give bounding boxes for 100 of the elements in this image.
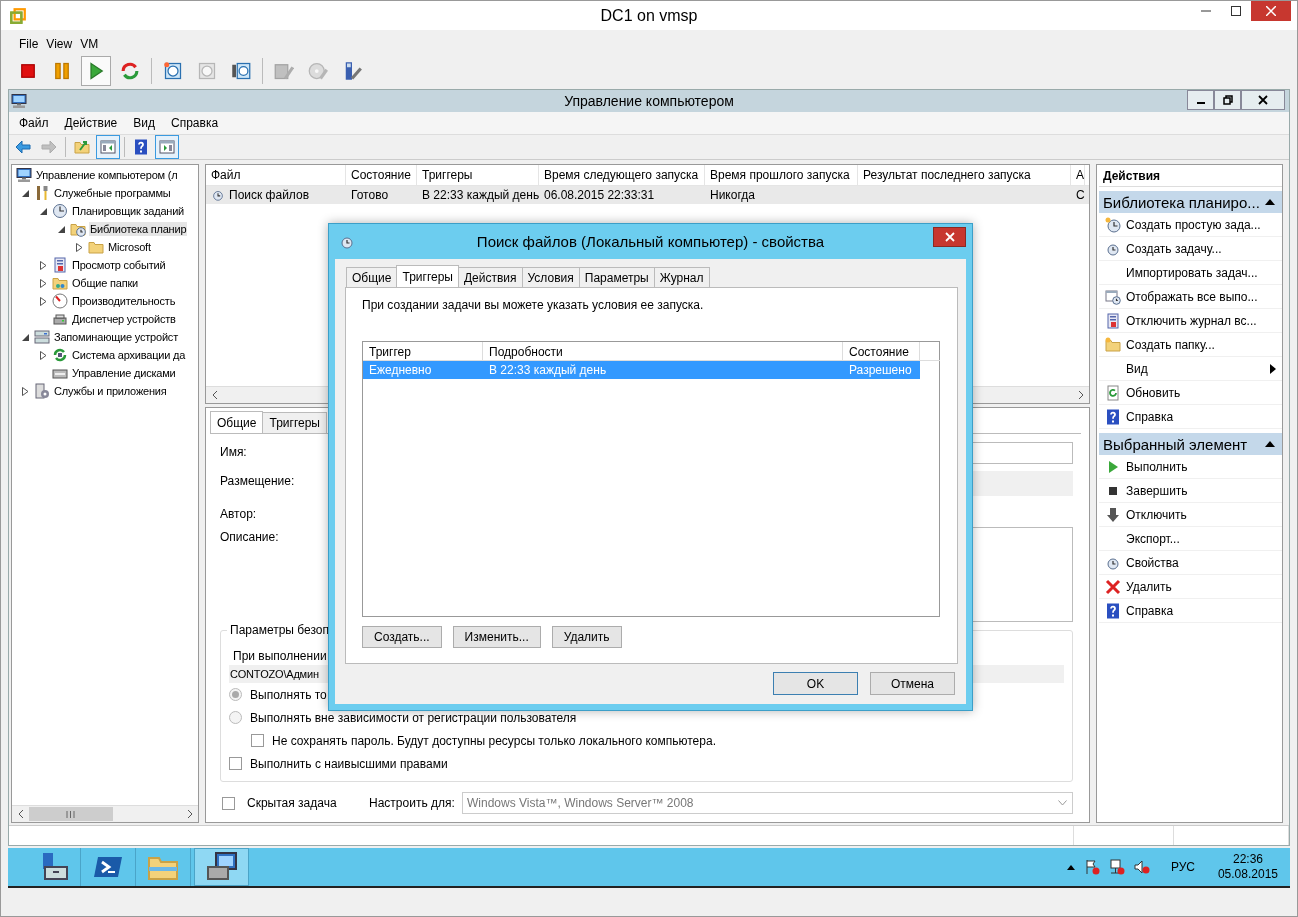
tree-item[interactable]: Производительность <box>71 294 177 308</box>
close-button[interactable] <box>1241 90 1285 110</box>
expander-icon[interactable] <box>75 242 84 252</box>
expander-icon[interactable] <box>21 386 30 396</box>
column-header[interactable]: Подробности <box>483 342 843 360</box>
expander-icon[interactable] <box>39 206 48 216</box>
show-hidden-icons-icon[interactable] <box>1066 864 1075 870</box>
dropdown[interactable]: Windows Vista™, Windows Server™ 2008 <box>462 792 1073 814</box>
tab[interactable]: Общие <box>210 411 264 433</box>
tree-item[interactable]: Служебные программы <box>53 186 172 200</box>
radio-button[interactable] <box>229 688 242 701</box>
column-header[interactable]: Состояние <box>843 342 920 360</box>
language-indicator[interactable]: РУС <box>1170 860 1195 874</box>
toolbar-button[interactable] <box>155 135 179 159</box>
expander-icon[interactable] <box>57 224 66 234</box>
action-link[interactable]: Отключить журнал вс... <box>1126 313 1257 328</box>
close-button[interactable] <box>1251 1 1291 21</box>
tree-item[interactable]: Службы и приложения <box>53 384 168 398</box>
action-button[interactable]: Создать... <box>362 626 442 648</box>
action-link[interactable]: Вид <box>1126 361 1148 376</box>
network-icon[interactable] <box>1108 859 1125 875</box>
tree-item[interactable]: Просмотр событий <box>71 258 167 272</box>
action-link[interactable]: Обновить <box>1126 385 1181 400</box>
close-button[interactable] <box>933 227 966 247</box>
menu-item[interactable]: View <box>46 37 73 51</box>
toolbar-button[interactable] <box>96 135 120 159</box>
dialog-button[interactable]: OK <box>773 672 858 695</box>
close-icon <box>944 232 955 242</box>
menu-item[interactable]: Вид <box>133 116 155 130</box>
expander-icon[interactable] <box>21 188 30 198</box>
tab[interactable]: Журнал <box>653 267 710 287</box>
checkbox[interactable] <box>229 757 242 770</box>
tree-item[interactable]: Microsoft <box>107 240 152 254</box>
expander-icon[interactable] <box>21 332 30 342</box>
tree-item[interactable]: Управление дисками <box>71 366 177 380</box>
expander-icon[interactable] <box>39 350 48 360</box>
tab[interactable]: Общие <box>346 267 398 287</box>
checkbox[interactable] <box>251 734 264 747</box>
collapse-icon[interactable] <box>1265 441 1275 447</box>
tab[interactable]: Триггеры <box>262 412 327 433</box>
action-link[interactable]: Завершить <box>1126 483 1188 498</box>
taskbar-button[interactable] <box>194 848 249 886</box>
flag-icon[interactable] <box>1083 859 1100 875</box>
action-link[interactable]: Удалить <box>1126 579 1172 594</box>
checkbox[interactable] <box>222 796 235 810</box>
action-link[interactable]: Справка <box>1126 603 1174 618</box>
column-header[interactable]: Время следующего запуска <box>539 165 705 185</box>
expander-icon[interactable] <box>39 278 48 288</box>
clock-time[interactable]: 22:36 <box>1232 852 1263 867</box>
column-header[interactable]: Триггер <box>363 342 483 360</box>
action-button[interactable]: Удалить <box>551 626 622 648</box>
column-header[interactable]: Состояние <box>346 165 417 185</box>
column-header[interactable]: Файл <box>206 165 346 185</box>
expander-icon[interactable] <box>39 260 48 270</box>
tree-item[interactable]: Запоминающие устройст <box>53 330 179 344</box>
toolbar-button[interactable] <box>81 55 111 86</box>
section-header[interactable]: Выбранный элемент <box>1099 433 1282 455</box>
menu-item[interactable]: Действие <box>64 116 118 130</box>
action-link[interactable]: Импортировать задач... <box>1126 265 1258 280</box>
dialog-button[interactable]: Отмена <box>870 672 955 695</box>
tab[interactable]: Триггеры <box>396 265 459 287</box>
action-button[interactable]: Изменить... <box>452 626 541 648</box>
menu-item[interactable]: Справка <box>171 116 219 130</box>
tab[interactable]: Параметры <box>578 267 655 287</box>
tree-item[interactable]: Диспетчер устройств <box>71 312 177 326</box>
column-header[interactable]: А <box>1071 165 1085 185</box>
table-row[interactable]: Поиск файлов Готово В 22:33 каждый день 06.08.2015 22:33:31 Никогда С <box>206 186 1089 204</box>
action-link[interactable]: Создать задачу... <box>1126 241 1222 256</box>
column-header[interactable]: Результат последнего запуска <box>858 165 1071 185</box>
action-link[interactable]: Выполнить <box>1126 459 1188 474</box>
speaker-icon[interactable] <box>1133 859 1150 875</box>
pane-icon <box>159 139 175 155</box>
action-link[interactable]: Отключить <box>1126 507 1187 522</box>
menu-item[interactable]: VM <box>80 37 99 51</box>
menu-item[interactable]: Файл <box>19 116 49 130</box>
scrollbar-thumb[interactable] <box>29 807 113 821</box>
tab[interactable]: Действия <box>457 267 523 287</box>
column-header[interactable]: Триггеры <box>417 165 539 185</box>
help-icon <box>1104 602 1121 619</box>
action-link[interactable]: Отображать все выпо... <box>1126 289 1258 304</box>
action-link[interactable]: Справка <box>1126 409 1174 424</box>
action-link[interactable]: Свойства <box>1126 555 1179 570</box>
radio-button[interactable] <box>229 711 242 724</box>
action-link[interactable]: Экспорт... <box>1126 531 1180 546</box>
action-link[interactable]: Создать папку... <box>1126 337 1215 352</box>
tree-item[interactable]: Система архивации да <box>71 348 187 362</box>
restore-button[interactable] <box>1214 90 1241 110</box>
column-header[interactable]: Время прошлого запуска <box>705 165 858 185</box>
collapse-icon[interactable] <box>1265 199 1275 205</box>
menu-item[interactable]: File <box>19 37 39 51</box>
tree-item[interactable]: Управление компьютером (л <box>35 168 179 182</box>
section-header[interactable]: Библиотека планиро... <box>1099 191 1282 213</box>
tree-item[interactable]: Библиотека планир <box>89 222 188 236</box>
minimize-button[interactable] <box>1187 90 1214 110</box>
clock-icon <box>52 203 68 219</box>
tree-item[interactable]: Общие папки <box>71 276 139 290</box>
action-link[interactable]: Создать простую зада... <box>1126 217 1261 232</box>
clock-date[interactable]: 05.08.2015 <box>1217 867 1278 882</box>
tree-item[interactable]: Планировщик заданий <box>71 204 186 218</box>
expander-icon[interactable] <box>39 296 48 306</box>
